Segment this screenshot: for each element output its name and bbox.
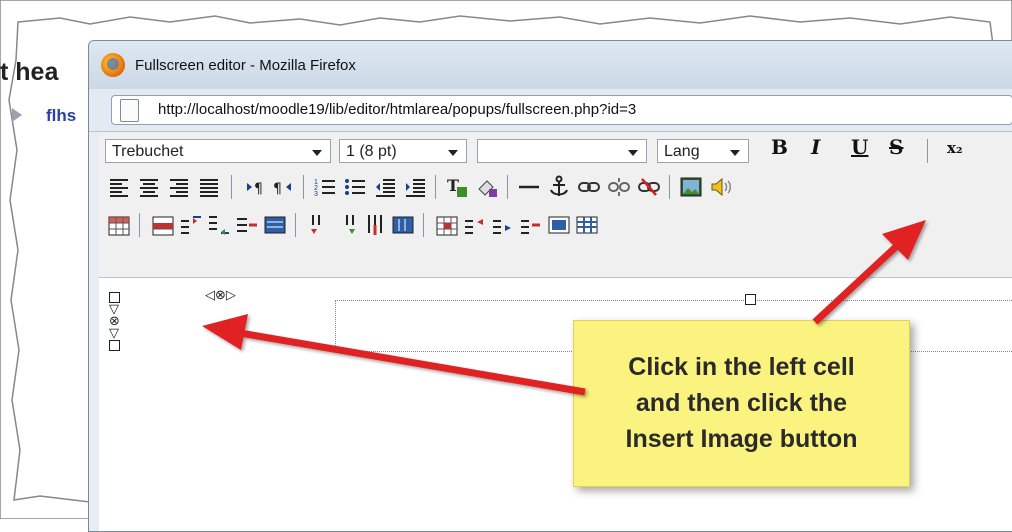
move-down-icon: ▽ bbox=[109, 326, 119, 341]
chevron-down-icon bbox=[730, 150, 740, 156]
insert-column-after-icon[interactable] bbox=[335, 213, 359, 237]
bold-button[interactable]: B bbox=[771, 135, 788, 159]
delete-cell-icon[interactable] bbox=[519, 213, 543, 237]
toolbar-row-1: Trebuchet 1 (8 pt) Lang B I U S x₂ bbox=[99, 133, 1012, 167]
insert-cell-before-icon[interactable] bbox=[463, 213, 487, 237]
lang-select[interactable]: Lang bbox=[657, 139, 749, 163]
expand-triangle-icon[interactable] bbox=[12, 108, 22, 122]
toolbar-divider bbox=[231, 175, 232, 199]
insert-cell-after-icon[interactable] bbox=[491, 213, 515, 237]
italic-button[interactable]: I bbox=[811, 135, 820, 159]
toolbar-row-2: ¶ ¶ 123 T bbox=[99, 171, 1012, 205]
rtl-icon[interactable]: ¶ bbox=[271, 175, 295, 199]
insert-row-after-icon[interactable] bbox=[207, 213, 231, 237]
svg-text:3: 3 bbox=[314, 191, 318, 198]
background-color-icon[interactable] bbox=[475, 175, 499, 199]
align-left-icon[interactable] bbox=[107, 175, 131, 199]
background-page-heading: t hea bbox=[0, 58, 59, 86]
page-icon bbox=[120, 99, 139, 122]
background-page-link[interactable]: flhs bbox=[46, 106, 76, 126]
font-size-select[interactable]: 1 (8 pt) bbox=[339, 139, 467, 163]
font-family-select[interactable]: Trebuchet bbox=[105, 139, 331, 163]
chevron-down-icon bbox=[448, 150, 458, 156]
delete-row-icon[interactable] bbox=[235, 213, 259, 237]
align-right-icon[interactable] bbox=[167, 175, 191, 199]
unlink-icon[interactable] bbox=[607, 175, 631, 199]
insert-row-before-icon[interactable] bbox=[179, 213, 203, 237]
instruction-callout: Click in the left cell and then click th… bbox=[573, 320, 910, 487]
split-column-icon[interactable] bbox=[391, 213, 415, 237]
text-color-icon[interactable]: T bbox=[445, 175, 469, 199]
unordered-list-icon[interactable] bbox=[343, 175, 367, 199]
align-justify-icon[interactable] bbox=[197, 175, 221, 199]
callout-text: Click in the left cell and then click th… bbox=[625, 353, 858, 453]
toolbar-row-3 bbox=[99, 209, 1012, 243]
horizontal-rule-icon[interactable] bbox=[517, 175, 541, 199]
insert-column-before-icon[interactable] bbox=[307, 213, 331, 237]
svg-text:¶: ¶ bbox=[254, 181, 263, 197]
underline-button[interactable]: U bbox=[851, 135, 868, 159]
indent-icon[interactable] bbox=[403, 175, 427, 199]
toolbar-divider bbox=[295, 213, 296, 237]
align-center-icon[interactable] bbox=[137, 175, 161, 199]
toolbar-divider bbox=[139, 213, 140, 237]
address-bar-row: http://localhost/moodle19/lib/editor/htm… bbox=[89, 89, 1012, 132]
toolbar-divider bbox=[507, 175, 508, 199]
chevron-down-icon bbox=[312, 150, 322, 156]
outdent-icon[interactable] bbox=[373, 175, 397, 199]
toolbar-divider bbox=[303, 175, 304, 199]
table-handle-bottom[interactable] bbox=[109, 340, 120, 351]
toolbar-divider bbox=[435, 175, 436, 199]
resize-handle[interactable] bbox=[745, 294, 756, 305]
ordered-list-icon[interactable]: 123 bbox=[313, 175, 337, 199]
toolbar-divider bbox=[669, 175, 670, 199]
toolbar-divider bbox=[927, 139, 928, 163]
subscript-button[interactable]: x₂ bbox=[947, 139, 963, 157]
ltr-icon[interactable]: ¶ bbox=[243, 175, 267, 199]
svg-text:¶: ¶ bbox=[273, 181, 282, 197]
row-properties-icon[interactable] bbox=[151, 213, 175, 237]
window-title: Fullscreen editor - Mozilla Firefox bbox=[135, 57, 356, 74]
delete-column-icon[interactable] bbox=[363, 213, 387, 237]
lang-value: Lang bbox=[664, 143, 700, 160]
cell-properties-icon[interactable] bbox=[435, 213, 459, 237]
insert-media-icon[interactable] bbox=[709, 175, 733, 199]
firefox-icon bbox=[101, 53, 125, 77]
merge-cells-icon[interactable] bbox=[547, 213, 571, 237]
anchor-icon[interactable] bbox=[547, 175, 571, 199]
toolbar-divider bbox=[423, 213, 424, 237]
address-bar[interactable]: http://localhost/moodle19/lib/editor/htm… bbox=[111, 95, 1012, 125]
cell-resize-icon: ◁⊗▷ bbox=[205, 288, 236, 303]
chevron-down-icon bbox=[628, 150, 638, 156]
window-titlebar[interactable]: Fullscreen editor - Mozilla Firefox bbox=[89, 41, 1012, 89]
table-properties-icon[interactable] bbox=[107, 213, 131, 237]
strikethrough-button[interactable]: S bbox=[889, 135, 903, 159]
format-select[interactable] bbox=[477, 139, 647, 163]
insert-image-icon[interactable] bbox=[679, 175, 703, 199]
split-row-icon[interactable] bbox=[263, 213, 287, 237]
address-url[interactable]: http://localhost/moodle19/lib/editor/htm… bbox=[158, 101, 636, 118]
link-icon[interactable] bbox=[577, 175, 601, 199]
split-cell-icon[interactable] bbox=[575, 213, 599, 237]
font-family-value: Trebuchet bbox=[112, 143, 184, 160]
nolink-icon[interactable] bbox=[637, 175, 661, 199]
font-size-value: 1 (8 pt) bbox=[346, 143, 397, 160]
